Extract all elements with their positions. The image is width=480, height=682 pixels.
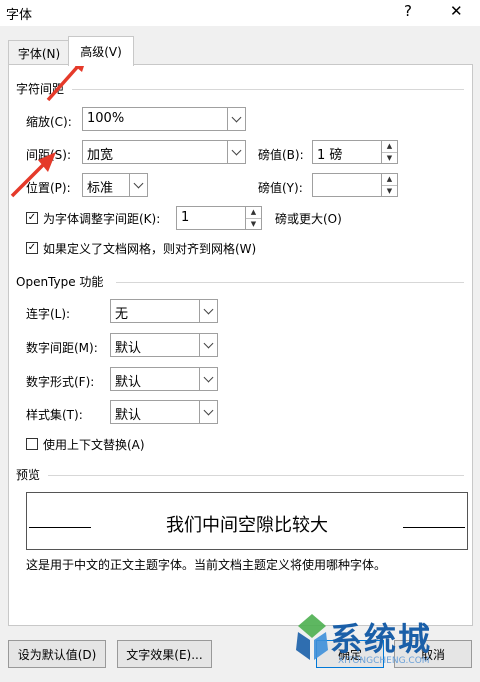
ligatures-label: 连字(L):	[26, 307, 71, 321]
num-spacing-label: 数字间距(M):	[26, 341, 98, 355]
grid-label: 如果定义了文档网格，则对齐到网格(W)	[43, 242, 257, 256]
preview-description: 这是用于中文的正文主题字体。当前文档主题定义将使用哪种字体。	[26, 558, 387, 572]
section-divider	[48, 475, 464, 476]
spin-stepper[interactable]: ▲ ▼	[245, 207, 261, 229]
spin-down-icon[interactable]: ▼	[382, 153, 397, 164]
position-select[interactable]: 标准	[82, 173, 148, 197]
spin-down-icon[interactable]: ▼	[382, 186, 397, 197]
kerning-checkbox[interactable]: ✓	[26, 212, 38, 224]
chevron-down-icon[interactable]	[199, 334, 217, 356]
num-forms-select[interactable]: 默认	[110, 367, 218, 391]
tab-advanced[interactable]: 高级(V)	[68, 36, 134, 66]
chevron-down-icon[interactable]	[199, 401, 217, 423]
check-icon: ✓	[27, 212, 37, 223]
tab-font[interactable]: 字体(N)	[8, 40, 70, 65]
contextual-label: 使用上下文替换(A)	[43, 438, 145, 452]
spacing-by-value: 1 磅	[317, 148, 343, 163]
contextual-checkbox[interactable]	[26, 438, 38, 450]
chevron-down-icon[interactable]	[199, 300, 217, 322]
section-preview: 预览	[16, 468, 41, 482]
chevron-down-icon[interactable]	[227, 108, 245, 130]
watermark-domain: XITONGCHENG.COM	[338, 656, 430, 666]
num-forms-label: 数字形式(F):	[26, 375, 95, 389]
check-icon: ✓	[27, 242, 37, 253]
preview-underline-right	[403, 527, 465, 528]
spin-stepper[interactable]: ▲ ▼	[381, 174, 397, 196]
position-label: 位置(P):	[26, 181, 71, 195]
spacing-by-label: 磅值(B):	[258, 148, 304, 162]
section-character-spacing: 字符间距	[16, 82, 65, 96]
preview-sample: 我们中间空隙比较大	[166, 515, 328, 536]
text-effects-button[interactable]: 文字效果(E)...	[117, 640, 212, 668]
stylistic-select[interactable]: 默认	[110, 400, 218, 424]
spin-up-icon[interactable]: ▲	[246, 207, 261, 219]
ligatures-value: 无	[115, 307, 129, 322]
position-by-field[interactable]: ▲ ▼	[312, 173, 398, 197]
grid-checkbox[interactable]: ✓	[26, 242, 38, 254]
kerning-label: 为字体调整字间距(K):	[43, 212, 161, 226]
kerning-suffix: 磅或更大(O)	[275, 212, 342, 226]
spin-stepper[interactable]: ▲ ▼	[381, 141, 397, 163]
num-spacing-value: 默认	[115, 341, 142, 356]
spin-up-icon[interactable]: ▲	[382, 174, 397, 186]
spin-up-icon[interactable]: ▲	[382, 141, 397, 153]
watermark-brand: 系统城	[330, 620, 433, 658]
chevron-down-icon[interactable]	[129, 174, 147, 196]
kerning-field[interactable]: 1 ▲ ▼	[176, 206, 262, 230]
position-value: 标准	[87, 181, 114, 196]
stylistic-value: 默认	[115, 408, 142, 423]
num-forms-value: 默认	[115, 375, 142, 390]
chevron-down-icon[interactable]	[227, 141, 245, 163]
scale-value: 100%	[87, 111, 125, 126]
set-default-button[interactable]: 设为默认值(D)	[8, 640, 106, 668]
close-button[interactable]: ✕	[450, 2, 463, 20]
scale-select[interactable]: 100%	[82, 107, 246, 131]
section-divider	[72, 89, 464, 90]
kerning-value: 1	[181, 210, 190, 225]
scale-label: 缩放(C):	[26, 115, 72, 129]
section-opentype: OpenType 功能	[16, 275, 104, 289]
position-by-label: 磅值(Y):	[258, 181, 303, 195]
stylistic-label: 样式集(T):	[26, 408, 83, 422]
spacing-label: 间距(S):	[26, 148, 72, 162]
spacing-by-field[interactable]: 1 磅 ▲ ▼	[312, 140, 398, 164]
spacing-select[interactable]: 加宽	[82, 140, 246, 164]
window-title: 字体	[6, 8, 33, 23]
spacing-value: 加宽	[87, 148, 114, 163]
help-button[interactable]: ?	[404, 2, 412, 20]
preview-box: 我们中间空隙比较大	[26, 492, 468, 550]
num-spacing-select[interactable]: 默认	[110, 333, 218, 357]
ligatures-select[interactable]: 无	[110, 299, 218, 323]
watermark-logo-icon	[296, 614, 328, 660]
chevron-down-icon[interactable]	[199, 368, 217, 390]
section-divider	[116, 282, 464, 283]
spin-down-icon[interactable]: ▼	[246, 219, 261, 230]
